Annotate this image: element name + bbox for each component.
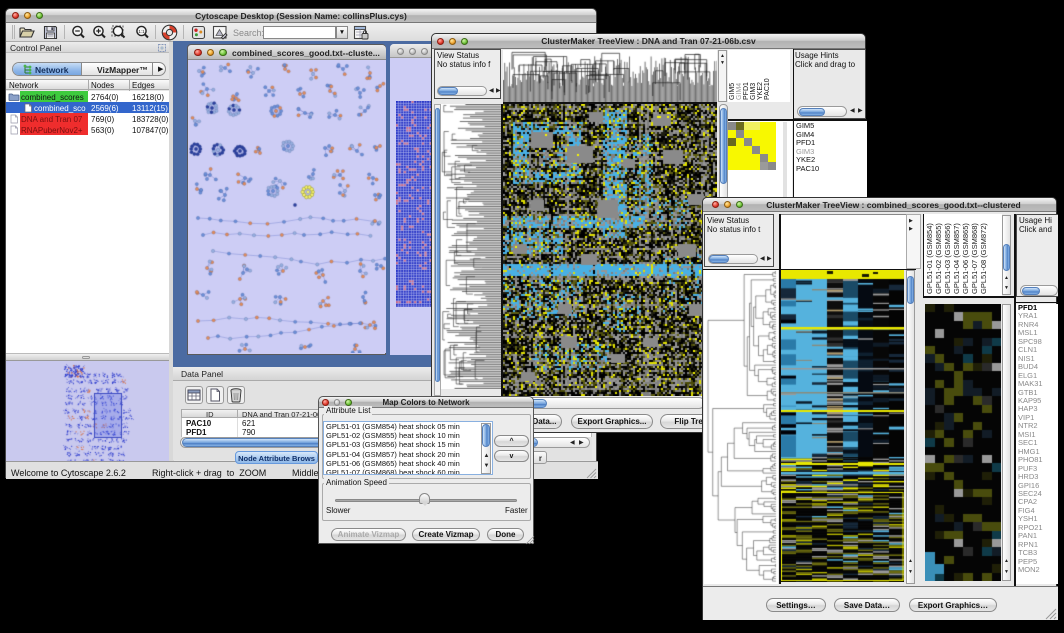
svg-text:1:1: 1:1 bbox=[138, 29, 145, 34]
